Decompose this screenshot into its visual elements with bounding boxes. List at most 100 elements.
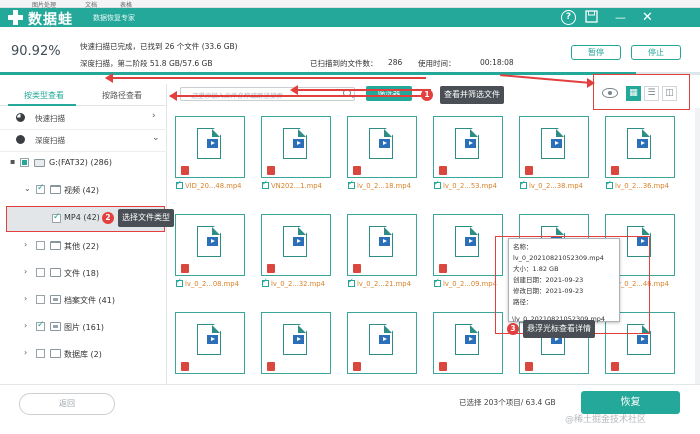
file-checkbox[interactable] xyxy=(348,277,355,287)
annotation-arrow xyxy=(169,91,430,101)
active-tab-indicator xyxy=(8,104,76,106)
file-thumbnail[interactable] xyxy=(433,312,503,374)
tree-item-other[interactable]: › 其他 (22) xyxy=(0,237,167,255)
file-checkbox[interactable] xyxy=(606,179,613,189)
folder-icon xyxy=(50,241,61,250)
pictures-checkbox[interactable] xyxy=(36,320,45,331)
file-checkbox[interactable] xyxy=(434,277,441,287)
tree-item-archives[interactable]: › 档案文件 (41) xyxy=(0,291,167,309)
tree-item-database[interactable]: › 数据库 (2) xyxy=(0,345,167,363)
file-thumbnail[interactable] xyxy=(347,214,417,276)
picture-icon xyxy=(50,322,61,331)
file-name[interactable]: lv_0_2...53.mp4 xyxy=(434,179,518,192)
file-name[interactable]: VID_20...48.mp4 xyxy=(176,179,260,192)
tree-item-label: 图片 (161) xyxy=(64,323,105,332)
deleted-file-icon xyxy=(525,362,533,371)
file-thumbnail[interactable] xyxy=(175,214,245,276)
other-checkbox[interactable] xyxy=(36,241,45,250)
recover-button[interactable]: 恢复 xyxy=(581,391,680,414)
divider xyxy=(0,151,167,152)
chevron-right-icon[interactable]: › xyxy=(24,321,27,330)
file-thumbnail[interactable] xyxy=(433,214,503,276)
file-name[interactable]: lv_0_2...21.mp4 xyxy=(348,277,432,290)
file-checkbox[interactable] xyxy=(520,179,527,189)
watermark: @稀土掘金技术社区 xyxy=(565,415,647,425)
found-count-label: 已扫描到的文件数： xyxy=(310,59,378,68)
stop-button[interactable]: 停止 xyxy=(631,45,681,60)
step-badge-3: 3 xyxy=(507,323,519,335)
step-badge-1: 1 xyxy=(421,89,433,101)
file-checkbox[interactable] xyxy=(176,179,183,189)
sidebar: 按类型查看 按路径查看 快速扫描 › 深度扫描 ⌄ ▪ G:(FAT32) (2… xyxy=(0,84,167,384)
quick-scan-pie-icon xyxy=(16,113,25,122)
mp4-checkbox[interactable] xyxy=(52,212,61,223)
tab-by-type[interactable]: 按类型查看 xyxy=(24,90,64,101)
file-name-text: VN202...1.mp4 xyxy=(271,182,322,190)
file-name[interactable]: lv_0_2...18.mp4 xyxy=(348,179,432,192)
file-name[interactable]: lv_0_2...08.mp4 xyxy=(176,277,260,290)
tree-item-label: 档案文件 (41) xyxy=(64,296,115,305)
deep-scan-label: 深度扫描 xyxy=(35,136,65,145)
scrollbar[interactable] xyxy=(695,108,700,384)
close-button[interactable]: ✕ xyxy=(640,10,655,25)
file-name[interactable]: lv_0_2...38.mp4 xyxy=(520,179,604,192)
play-icon xyxy=(293,335,304,344)
file-name-text: VID_20...48.mp4 xyxy=(185,182,242,190)
deleted-file-icon xyxy=(267,264,275,273)
annotation-arrowhead xyxy=(587,78,595,88)
chevron-right-icon[interactable]: › xyxy=(24,348,27,357)
file-thumbnail[interactable] xyxy=(347,116,417,178)
file-name[interactable]: lv_0_2...36.mp4 xyxy=(606,179,690,192)
file-name[interactable]: lv_0_2...32.mp4 xyxy=(262,277,346,290)
deep-scan-section[interactable]: 深度扫描 ⌄ xyxy=(0,130,167,150)
pause-button[interactable]: 暂停 xyxy=(571,45,621,60)
collapse-icon[interactable]: ▪ xyxy=(10,157,15,166)
app-name: 数据蛙 xyxy=(28,12,73,28)
file-thumbnail[interactable] xyxy=(519,116,589,178)
file-name-text: lv_0_2...53.mp4 xyxy=(443,182,497,190)
app-window: 图片处理 文档 表格 数据蛙 数据恢复专家 ? — ✕ 90.92% 快速扫描已… xyxy=(0,0,700,434)
file-thumbnail[interactable] xyxy=(261,214,331,276)
tree-item-drive[interactable]: ▪ G:(FAT32) (286) xyxy=(0,154,167,172)
save-icon[interactable] xyxy=(584,10,599,25)
chevron-down-icon[interactable]: ⌄ xyxy=(24,184,31,193)
quick-scan-section[interactable]: 快速扫描 › xyxy=(0,108,167,128)
chevron-down-icon: ⌄ xyxy=(152,133,160,143)
deep-scan-pie-icon xyxy=(16,135,25,144)
help-icon[interactable]: ? xyxy=(561,10,576,25)
file-thumbnail[interactable] xyxy=(347,312,417,374)
file-thumbnail[interactable] xyxy=(433,116,503,178)
tree-item-documents[interactable]: › 文件 (18) xyxy=(0,264,167,282)
file-thumbnail[interactable] xyxy=(261,312,331,374)
tab-by-path[interactable]: 按路径查看 xyxy=(102,90,142,101)
scan-progress-header: 90.92% 快速扫描已完成，已找到 26 个文件 (33.6 GB) 深度扫描… xyxy=(0,27,700,75)
deleted-file-icon xyxy=(525,166,533,175)
file-checkbox[interactable] xyxy=(348,179,355,189)
file-thumbnail[interactable] xyxy=(261,116,331,178)
video-checkbox[interactable] xyxy=(36,183,45,194)
step-callout-2: 选择文件类型 xyxy=(118,209,174,227)
file-checkbox[interactable] xyxy=(176,277,183,287)
tree-item-pictures[interactable]: › 图片 (161) xyxy=(0,318,167,336)
database-checkbox[interactable] xyxy=(36,349,45,358)
file-checkbox[interactable] xyxy=(434,179,441,189)
file-checkbox[interactable] xyxy=(262,277,269,287)
file-checkbox[interactable] xyxy=(262,179,269,189)
chevron-right-icon[interactable]: › xyxy=(24,294,27,303)
play-icon xyxy=(465,335,476,344)
file-name-text: lv_0_2...36.mp4 xyxy=(615,182,669,190)
file-name[interactable]: VN202...1.mp4 xyxy=(262,179,346,192)
title-bar: 数据蛙 数据恢复专家 ? — ✕ xyxy=(0,8,700,28)
chevron-right-icon[interactable]: › xyxy=(24,240,27,249)
documents-checkbox[interactable] xyxy=(36,268,45,277)
file-thumbnail[interactable] xyxy=(605,116,675,178)
chevron-right-icon[interactable]: › xyxy=(24,267,27,276)
file-thumbnail[interactable] xyxy=(175,312,245,374)
minimize-button[interactable]: — xyxy=(613,10,628,25)
back-button[interactable]: 返回 xyxy=(19,393,115,415)
drive-checkbox[interactable] xyxy=(20,158,29,167)
tree-item-video[interactable]: ⌄ 视频 (42) xyxy=(0,181,167,199)
archives-checkbox[interactable] xyxy=(36,295,45,304)
sidebar-tabs: 按类型查看 按路径查看 xyxy=(0,84,167,106)
file-thumbnail[interactable] xyxy=(175,116,245,178)
